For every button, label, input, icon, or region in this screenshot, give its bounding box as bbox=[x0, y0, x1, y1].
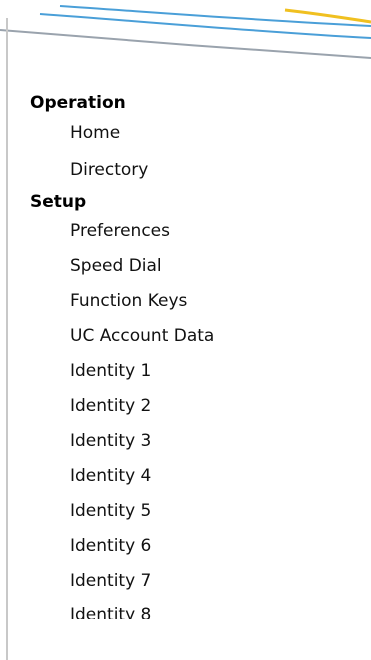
nav-item-identity-1[interactable]: Identity 1 bbox=[30, 354, 360, 389]
header-swoosh-graphic bbox=[0, 5, 371, 59]
nav-section-setup: Setup Preferences Speed Dial Function Ke… bbox=[30, 191, 360, 619]
side-navigation: Operation Home Directory Setup Preferenc… bbox=[30, 92, 360, 619]
nav-item-speed-dial[interactable]: Speed Dial bbox=[30, 249, 360, 284]
nav-item-identity-3[interactable]: Identity 3 bbox=[30, 424, 360, 459]
nav-item-function-keys[interactable]: Function Keys bbox=[30, 284, 360, 319]
page: Operation Home Directory Setup Preferenc… bbox=[0, 0, 371, 660]
nav-item-directory[interactable]: Directory bbox=[30, 152, 360, 189]
nav-item-home[interactable]: Home bbox=[30, 115, 360, 152]
left-border bbox=[6, 18, 8, 660]
nav-item-identity-2[interactable]: Identity 2 bbox=[30, 389, 360, 424]
nav-item-identity-8[interactable]: Identity 8 bbox=[30, 599, 360, 619]
nav-section-operation: Operation Home Directory bbox=[30, 92, 360, 189]
nav-item-identity-4[interactable]: Identity 4 bbox=[30, 459, 360, 494]
section-title-operation: Operation bbox=[30, 93, 126, 113]
nav-item-uc-account-data[interactable]: UC Account Data bbox=[30, 319, 360, 354]
nav-item-identity-5[interactable]: Identity 5 bbox=[30, 494, 360, 529]
section-title-setup: Setup bbox=[30, 192, 87, 212]
nav-item-identity-6[interactable]: Identity 6 bbox=[30, 529, 360, 564]
nav-item-preferences[interactable]: Preferences bbox=[30, 214, 360, 249]
nav-item-identity-7[interactable]: Identity 7 bbox=[30, 564, 360, 599]
